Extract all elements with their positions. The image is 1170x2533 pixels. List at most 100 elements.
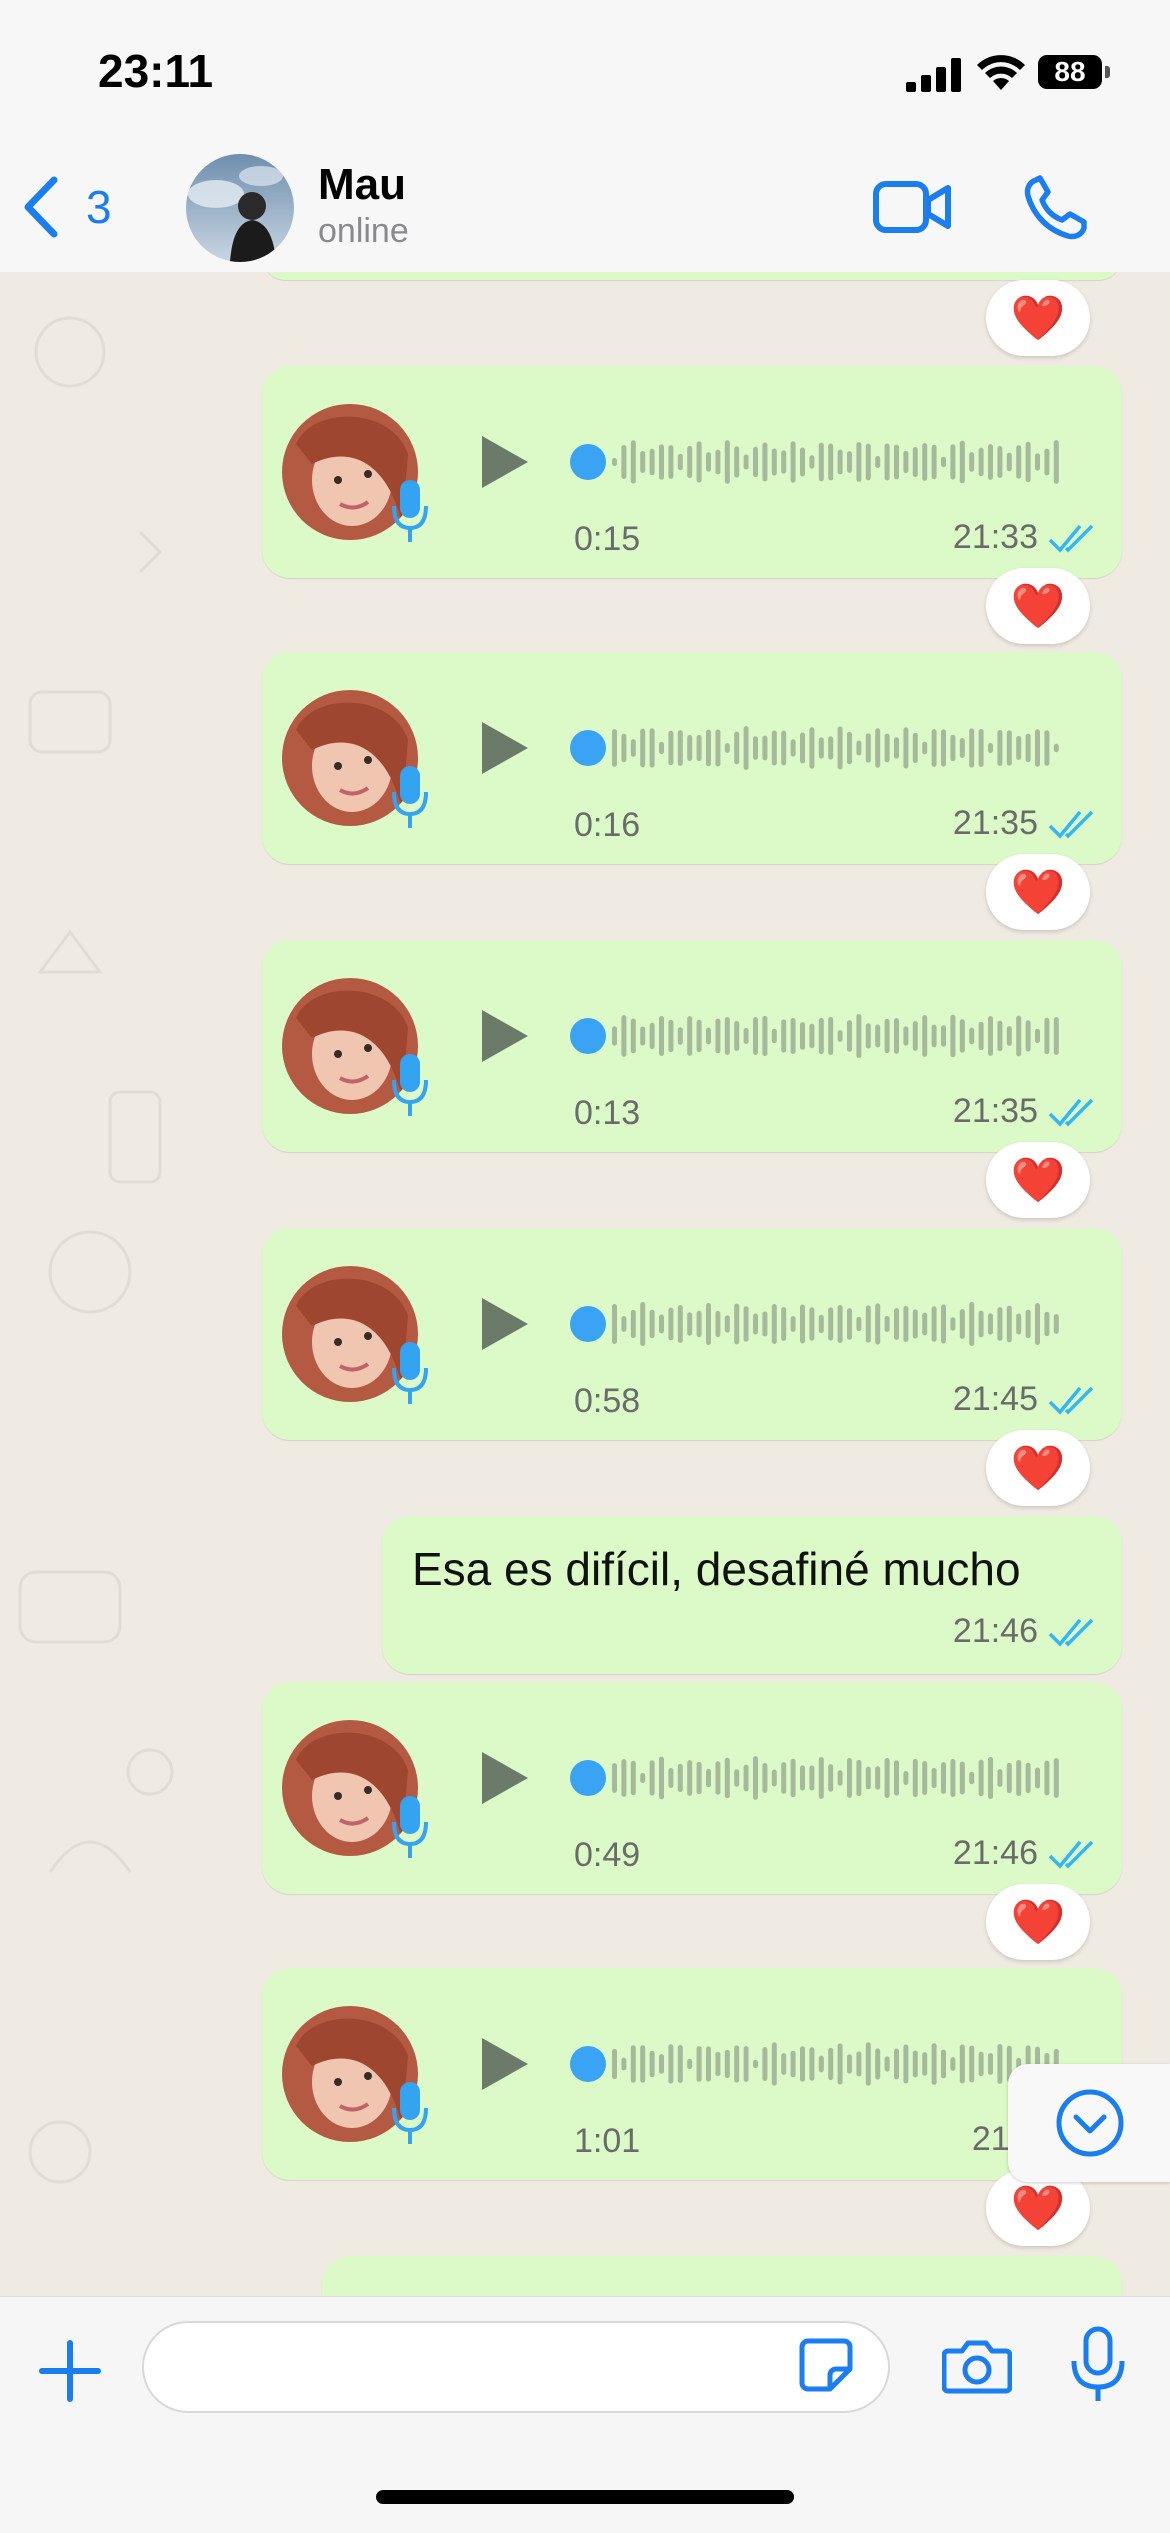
heart-reaction: ❤️ xyxy=(1010,2184,1066,2233)
contact-status: online xyxy=(318,212,409,250)
reaction-badge[interactable]: ❤️ xyxy=(986,280,1090,356)
chat-area[interactable]: ❤️ 0:15 21:33 ❤️ 0:16 21:35 ❤️ 0:13 21:3… xyxy=(0,272,1170,2296)
reaction-badge[interactable]: ❤️ xyxy=(986,1884,1090,1960)
waveform-bar xyxy=(847,451,852,473)
voice-message[interactable]: 0:49 21:46 xyxy=(262,1682,1122,1894)
waveform-bar xyxy=(781,2053,787,2075)
sticker-icon[interactable] xyxy=(798,2337,854,2393)
waveform-bar xyxy=(809,1765,815,1791)
waveform-bar xyxy=(1016,736,1022,760)
waveform-bar xyxy=(640,1302,646,1346)
voice-duration: 0:58 xyxy=(574,1382,641,1420)
waveform-bar xyxy=(640,728,646,768)
microphone-icon[interactable] xyxy=(1068,2325,1128,2405)
message-input[interactable] xyxy=(174,2333,818,2401)
message-bubble-partial[interactable] xyxy=(322,2256,1122,2296)
reaction-badge[interactable]: ❤️ xyxy=(986,1430,1090,1506)
reaction-badge[interactable]: ❤️ xyxy=(986,1142,1090,1218)
waveform-bar xyxy=(649,448,655,476)
waveform-bar xyxy=(743,1027,749,1045)
waveform-bar xyxy=(612,458,617,466)
plus-icon[interactable] xyxy=(38,2339,102,2403)
contact-avatar[interactable] xyxy=(186,154,294,262)
waveform-bar xyxy=(809,1307,815,1341)
scroll-to-bottom-button[interactable] xyxy=(1008,2064,1170,2182)
voice-message[interactable]: 0:58 21:45 xyxy=(262,1228,1122,1440)
waveform-bar xyxy=(734,1769,740,1787)
waveform-bar xyxy=(621,1015,627,1057)
waveform-bar xyxy=(856,1014,862,1058)
waveform-bar xyxy=(668,1767,674,1789)
waveform-bar xyxy=(894,444,899,480)
waveform-bar xyxy=(847,1020,852,1052)
read-ticks-icon xyxy=(1048,810,1094,839)
waveform-bar xyxy=(659,1314,664,1334)
waveform-bar xyxy=(724,440,730,484)
waveform-bar xyxy=(790,441,796,483)
waveform-bar xyxy=(621,1759,627,1797)
waveform-bar xyxy=(621,445,627,479)
waveform-bar xyxy=(847,731,852,765)
back-button[interactable]: 3 xyxy=(22,172,112,242)
waveform-bar xyxy=(734,731,740,765)
voice-message[interactable]: 0:15 21:33 xyxy=(262,366,1122,578)
phone-icon[interactable] xyxy=(1020,174,1090,244)
video-call-icon[interactable] xyxy=(872,176,952,238)
waveform-bar xyxy=(687,1016,693,1056)
waveform-bar xyxy=(621,1316,627,1332)
message-time: 21:35 xyxy=(952,804,1038,842)
reaction-badge[interactable]: ❤️ xyxy=(986,568,1090,644)
waveform-bar xyxy=(781,1762,787,1794)
play-icon[interactable] xyxy=(474,716,534,780)
waveform-bar xyxy=(1025,1020,1031,1052)
text-message[interactable]: Esa es difícil, desafiné mucho 21:46 xyxy=(382,1516,1122,1674)
waveform-bar xyxy=(912,446,918,478)
waveform-bar xyxy=(790,2050,796,2078)
waveform-bar xyxy=(640,1026,646,1046)
waveform-bar xyxy=(677,730,683,766)
waveform-bar xyxy=(659,741,664,755)
waveform-bar xyxy=(1044,1311,1050,1337)
waveform-bar xyxy=(621,733,627,763)
voice-message[interactable]: 0:13 21:35 xyxy=(262,940,1122,1152)
waveform-bar xyxy=(734,1021,740,1051)
play-icon[interactable] xyxy=(474,1746,534,1810)
waveform-bar xyxy=(809,727,815,769)
waveform-bar xyxy=(649,1022,655,1050)
waveform-bar xyxy=(1035,453,1040,471)
waveform-bar xyxy=(959,1308,965,1340)
waveform-bar xyxy=(640,451,646,473)
waveform-bar xyxy=(856,740,862,756)
waveform-bar xyxy=(762,1311,768,1337)
message-input-field[interactable] xyxy=(142,2321,890,2413)
waveform-bar xyxy=(931,1024,937,1048)
waveform-bar xyxy=(865,443,871,481)
waveform-bar xyxy=(640,1772,646,1784)
waveform-bar xyxy=(912,1758,918,1798)
waveform-bar xyxy=(753,446,758,478)
waveform-bar xyxy=(922,443,928,481)
waveform-bar xyxy=(649,1309,655,1339)
voice-message[interactable]: 1:01 21:4 xyxy=(262,1968,1122,2180)
play-icon[interactable] xyxy=(474,2032,534,2096)
waveform-bar xyxy=(903,1026,909,1046)
waveform-bar xyxy=(715,2051,721,2077)
contact-name[interactable]: Mau xyxy=(318,160,406,210)
message-time: 21:46 xyxy=(952,1612,1038,1650)
play-icon[interactable] xyxy=(474,1292,534,1356)
waveform-bar xyxy=(762,1015,768,1057)
waveform-bar xyxy=(847,2054,852,2074)
waveform-bar xyxy=(818,1314,824,1334)
voice-message[interactable]: 0:16 21:35 xyxy=(262,652,1122,864)
waveform-bar xyxy=(1025,1762,1031,1794)
message-bubble-partial[interactable] xyxy=(262,272,1122,280)
camera-icon[interactable] xyxy=(942,2337,1012,2395)
play-icon[interactable] xyxy=(474,1004,534,1068)
waveform-bar xyxy=(884,1316,890,1332)
reaction-badge[interactable]: ❤️ xyxy=(986,854,1090,930)
play-icon[interactable] xyxy=(474,430,534,494)
waveform-bar xyxy=(1053,440,1059,484)
waveform-bar xyxy=(659,444,664,480)
waveform-bar xyxy=(950,1759,956,1797)
waveform-bar xyxy=(828,2047,834,2081)
